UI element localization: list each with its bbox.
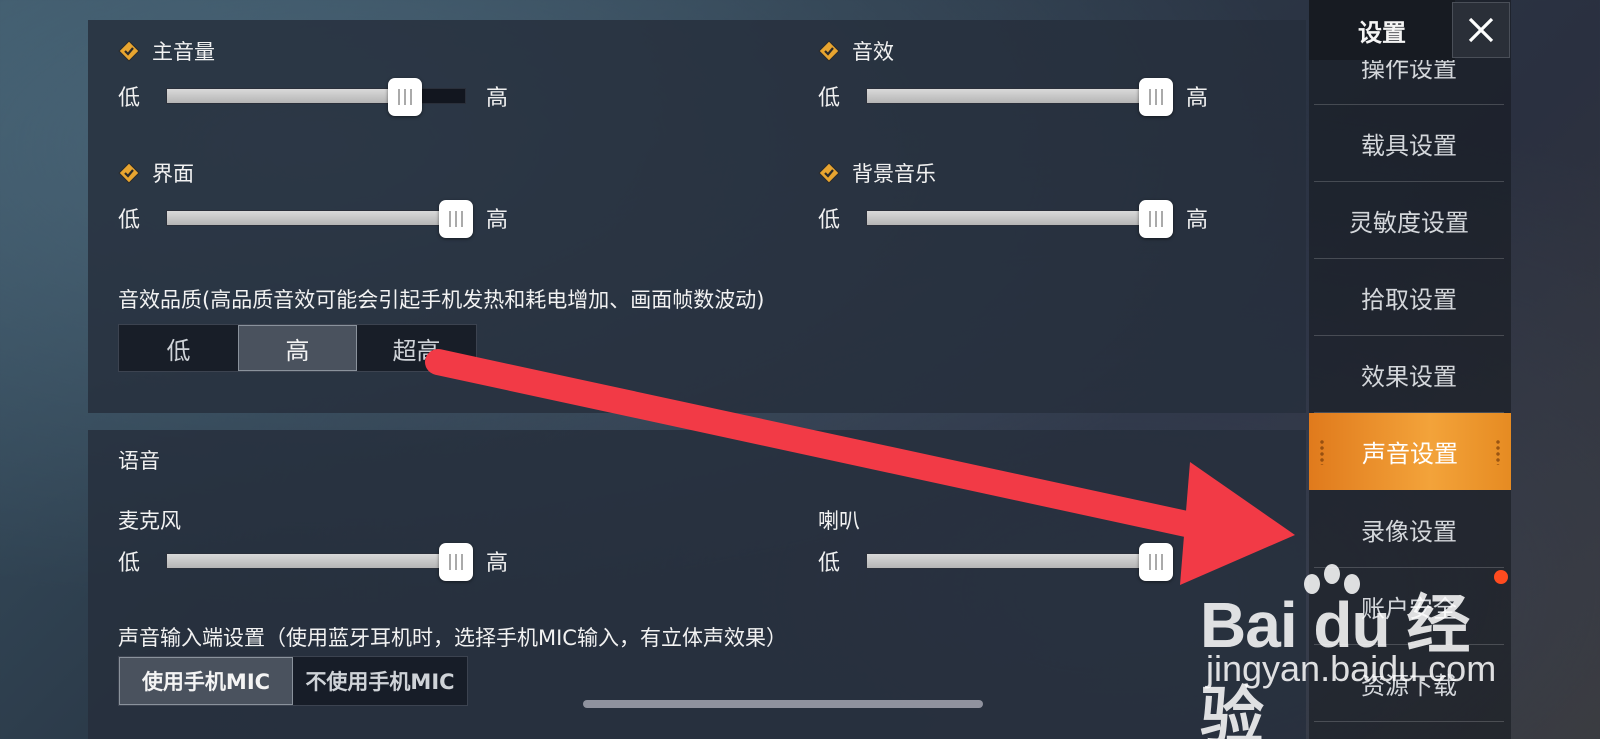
slider-low-label: 低 (118, 86, 141, 111)
use-phone-mic-option[interactable]: 使用手机MIC (119, 657, 293, 705)
effects-volume-label: 音效 (818, 36, 894, 66)
slider-track[interactable] (166, 200, 474, 238)
slider-fill (167, 554, 465, 568)
slider-fill (867, 211, 1165, 225)
sound-quality-selector: 低 高 超高 (118, 324, 477, 372)
music-volume-slider[interactable]: 低 高 (818, 200, 1209, 238)
sidebar-item-recording[interactable]: 录像设置 (1314, 491, 1504, 568)
grip-dots-icon (1319, 439, 1325, 465)
checkmark-icon[interactable] (818, 162, 840, 184)
sound-quality-title: 音效品质(高品质音效可能会引起手机发热和耗电增加、画面帧数波动) (118, 288, 765, 312)
slider-track[interactable] (166, 543, 474, 581)
mic-volume-slider[interactable]: 低 高 (118, 543, 509, 581)
mic-label: 麦克风 (118, 509, 181, 533)
quality-option-low[interactable]: 低 (119, 325, 238, 371)
slider-thumb[interactable] (388, 78, 423, 116)
slider-low-label: 低 (818, 208, 841, 233)
slider-fill (167, 211, 465, 225)
slider-thumb[interactable] (439, 200, 474, 238)
close-icon[interactable] (1466, 15, 1496, 45)
sidebar-item-pickup[interactable]: 拾取设置 (1314, 259, 1504, 336)
grip-dots-icon (1495, 439, 1501, 465)
quality-option-high[interactable]: 高 (238, 325, 357, 371)
slider-fill (867, 89, 1165, 103)
slider-track[interactable] (166, 78, 466, 116)
slider-high-label: 高 (1186, 208, 1209, 233)
close-button[interactable] (1452, 2, 1510, 58)
home-indicator[interactable] (583, 700, 983, 708)
slider-track[interactable] (866, 78, 1174, 116)
slider-thumb[interactable] (1139, 543, 1174, 581)
slider-high-label: 高 (486, 551, 509, 576)
slider-low-label: 低 (818, 551, 841, 576)
sidebar-title: 设置 (1309, 0, 1455, 60)
no-phone-mic-option[interactable]: 不使用手机MIC (293, 657, 467, 705)
slider-high-label: 高 (1186, 86, 1209, 111)
master-volume-slider[interactable]: 低 高 (118, 78, 509, 116)
effects-volume-slider[interactable]: 低 高 (818, 78, 1209, 116)
slider-thumb[interactable] (1139, 200, 1174, 238)
audio-input-title: 声音输入端设置（使用蓝牙耳机时，选择手机MIC输入，有立体声效果） (118, 626, 787, 650)
slider-thumb[interactable] (1139, 78, 1174, 116)
slider-low-label: 低 (818, 86, 841, 111)
slider-high-label: 高 (486, 208, 509, 233)
sidebar-item-account[interactable]: 账户安全 (1314, 568, 1504, 645)
ui-volume-slider[interactable]: 低 高 (118, 200, 509, 238)
sidebar-item-label: 声音设置 (1362, 440, 1458, 468)
checkmark-icon[interactable] (118, 162, 140, 184)
slider-high-label: 高 (1186, 551, 1209, 576)
slider-low-label: 低 (118, 208, 141, 233)
sidebar-item-vehicle[interactable]: 载具设置 (1314, 105, 1504, 182)
slider-track[interactable] (866, 543, 1174, 581)
slider-fill (867, 554, 1165, 568)
ui-volume-label: 界面 (118, 158, 194, 188)
slider-fill (167, 89, 406, 103)
checkmark-icon[interactable] (818, 40, 840, 62)
speaker-label: 喇叭 (818, 509, 860, 533)
music-volume-label: 背景音乐 (818, 158, 936, 188)
speaker-volume-slider[interactable]: 低 高 (818, 543, 1209, 581)
sidebar-item-download[interactable]: 资源下载 (1314, 645, 1504, 722)
slider-high-label: 高 (486, 86, 509, 111)
sidebar-item-sound[interactable]: 声音设置 (1309, 413, 1511, 490)
sidebar-item-sensitivity[interactable]: 灵敏度设置 (1314, 182, 1504, 259)
notification-dot (1494, 570, 1508, 584)
checkmark-icon[interactable] (118, 40, 140, 62)
slider-low-label: 低 (118, 551, 141, 576)
slider-thumb[interactable] (439, 543, 474, 581)
audio-input-selector: 使用手机MIC 不使用手机MIC (118, 656, 468, 706)
master-volume-label: 主音量 (118, 36, 215, 66)
slider-track[interactable] (866, 200, 1174, 238)
sidebar-item-effects[interactable]: 效果设置 (1314, 336, 1504, 413)
quality-option-ultra[interactable]: 超高 (357, 325, 476, 371)
voice-section-title: 语音 (118, 449, 160, 473)
